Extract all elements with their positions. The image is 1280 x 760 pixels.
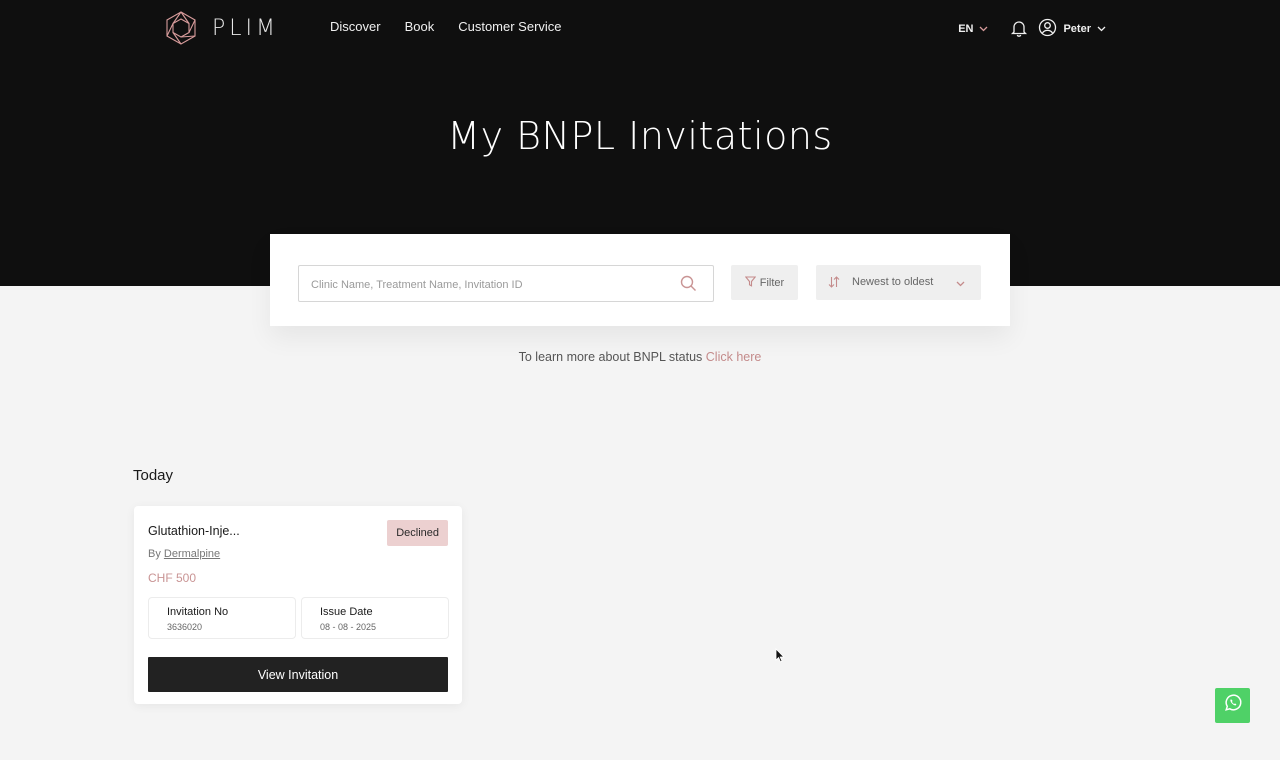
user-menu[interactable]: Peter	[1038, 18, 1106, 40]
search-panel: Filter Newest to oldest	[270, 234, 1010, 326]
brand-logo[interactable]: PLIM	[164, 11, 279, 45]
bell-icon	[1010, 19, 1028, 40]
sort-label: Newest to oldest	[852, 276, 934, 288]
user-name: Peter	[1063, 23, 1091, 35]
issue-date-label: Issue Date	[320, 606, 373, 618]
info-text: To learn more about BNPL status	[518, 350, 703, 364]
user-circle-icon	[1038, 18, 1057, 40]
section-title-today: Today	[133, 467, 174, 484]
top-navigation: PLIM Discover Book Customer Service EN P…	[0, 0, 1280, 56]
search-icon[interactable]	[680, 275, 697, 297]
sort-arrows-icon	[828, 276, 840, 291]
view-invitation-button[interactable]: View Invitation	[148, 657, 448, 692]
main-nav: Discover Book Customer Service	[330, 19, 562, 34]
bnpl-status-info: To learn more about BNPL status Click he…	[0, 350, 1280, 364]
language-selector[interactable]: EN	[958, 23, 988, 35]
whatsapp-icon	[1223, 693, 1243, 718]
by-prefix: By	[148, 548, 161, 560]
invitation-card: Glutathion-Inje... Declined By Dermalpin…	[134, 506, 462, 704]
invitation-number-label: Invitation No	[167, 606, 229, 618]
chevron-down-icon	[956, 278, 965, 290]
notifications-button[interactable]	[1010, 19, 1028, 40]
crystal-logo-icon	[164, 11, 198, 45]
nav-book[interactable]: Book	[405, 19, 435, 34]
clinic-link[interactable]: Dermalpine	[164, 548, 220, 560]
page-title: My BNPL Invitations	[447, 114, 833, 158]
whatsapp-chat-button[interactable]	[1215, 688, 1250, 723]
nav-customer-service[interactable]: Customer Service	[458, 19, 561, 34]
status-badge: Declined	[387, 520, 448, 546]
bnpl-status-link[interactable]: Click here	[706, 350, 762, 364]
search-field[interactable]	[298, 265, 714, 303]
chevron-down-icon	[979, 23, 988, 35]
search-input[interactable]	[309, 266, 673, 303]
issue-date-box: Issue Date 08 - 08 - 2025	[301, 597, 449, 639]
clinic-line: By Dermalpine	[148, 548, 220, 560]
issue-date-value: 08 - 08 - 2025	[320, 622, 377, 632]
brand-name: PLIM	[212, 15, 279, 41]
sort-dropdown[interactable]: Newest to oldest	[816, 265, 981, 300]
nav-discover[interactable]: Discover	[330, 19, 381, 34]
language-code: EN	[958, 23, 974, 35]
invitation-number-box: Invitation No 3636020	[148, 597, 296, 639]
mouse-cursor	[775, 648, 785, 668]
filter-icon	[744, 275, 757, 290]
chevron-down-icon	[1097, 23, 1106, 35]
invitation-price: CHF 500	[148, 571, 197, 585]
header-tools: EN Peter	[958, 18, 1106, 40]
invitation-number-value: 3636020	[167, 622, 203, 632]
filter-button[interactable]: Filter	[731, 265, 798, 300]
treatment-name: Glutathion-Inje...	[148, 524, 240, 538]
filter-label: Filter	[759, 276, 785, 289]
